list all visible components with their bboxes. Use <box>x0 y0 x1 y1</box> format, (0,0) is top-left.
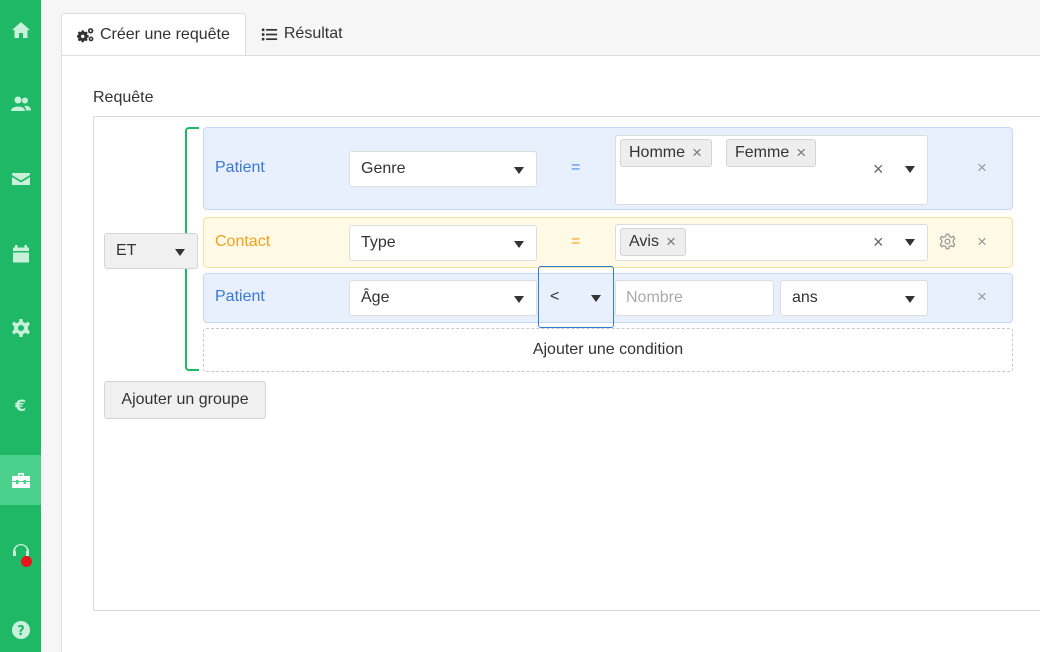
sidebar: € ? <box>0 0 41 652</box>
sidebar-item-tools[interactable] <box>0 455 41 505</box>
tab-bar: Créer une requête Résultat <box>61 13 358 56</box>
value-tag: Homme × <box>620 139 712 167</box>
caret-down-icon[interactable] <box>905 166 915 173</box>
caret-down-icon <box>514 241 524 248</box>
add-condition-button[interactable]: Ajouter une condition <box>203 328 1013 372</box>
value-tag-label: Avis <box>629 233 659 250</box>
rule-field-select[interactable]: Âge <box>349 280 537 316</box>
euro-icon: € <box>14 396 26 415</box>
remove-tag-icon[interactable]: × <box>796 143 806 163</box>
query-section-label: Requête <box>93 89 154 106</box>
list-icon <box>261 28 278 40</box>
clear-values-icon[interactable]: × <box>873 159 884 180</box>
sidebar-item-calendar[interactable] <box>0 229 41 279</box>
caret-down-icon <box>514 167 524 174</box>
value-tag-label: Homme <box>629 144 686 161</box>
rule-entity-label: Contact <box>215 233 271 250</box>
caret-down-icon <box>591 295 601 302</box>
tab-create-query[interactable]: Créer une requête <box>61 13 246 56</box>
tab-result[interactable]: Résultat <box>246 13 358 55</box>
rule-operator: = <box>571 159 581 176</box>
rule-field-value: Genre <box>361 160 406 177</box>
rule-row: Patient Âge < Nombre ans × <box>203 266 1013 328</box>
tab-content: Requête ET Patient Genre = Homme × Femme… <box>61 55 1040 652</box>
gear-icon <box>11 319 30 337</box>
gear-icon[interactable] <box>939 233 956 250</box>
sidebar-item-users[interactable] <box>0 79 41 129</box>
calendar-icon <box>12 245 29 263</box>
value-tag: Femme × <box>726 139 817 167</box>
value-tag-label: Femme <box>735 144 790 161</box>
sidebar-item-billing[interactable]: € <box>0 380 41 430</box>
rule-field-select[interactable]: Genre <box>349 151 537 187</box>
toolbox-icon <box>11 473 30 488</box>
add-group-button[interactable]: Ajouter un groupe <box>104 381 266 419</box>
svg-text:?: ? <box>17 624 25 639</box>
rule-entity-label: Patient <box>215 159 265 176</box>
age-unit-value: ans <box>792 289 818 306</box>
cogs-icon <box>77 27 94 42</box>
delete-rule-icon[interactable]: × <box>977 158 987 178</box>
sidebar-item-settings[interactable] <box>0 303 41 353</box>
home-icon <box>11 22 30 38</box>
group-operator-select[interactable]: ET <box>104 233 198 269</box>
tab-result-label: Résultat <box>283 25 343 42</box>
rule-value-multiselect[interactable]: Homme × Femme × × <box>615 135 928 205</box>
rule-operator: = <box>571 233 581 250</box>
envelope-icon <box>11 173 30 185</box>
sidebar-item-mail[interactable] <box>0 154 41 204</box>
delete-rule-icon[interactable]: × <box>977 232 987 252</box>
delete-rule-icon[interactable]: × <box>977 287 987 307</box>
rule-value-multiselect[interactable]: Avis × × <box>615 224 928 261</box>
tab-create-query-label: Créer une requête <box>100 26 230 43</box>
users-icon <box>10 96 31 111</box>
sidebar-item-help[interactable]: ? <box>0 605 41 652</box>
rule-entity-label: Patient <box>215 288 265 305</box>
question-icon: ? <box>11 621 30 639</box>
value-tag: Avis × <box>620 228 686 256</box>
rule-field-select[interactable]: Type <box>349 225 537 261</box>
group-operator-value: ET <box>116 242 137 259</box>
rule-row: Patient Genre = Homme × Femme × × × <box>203 127 1013 210</box>
svg-text:€: € <box>14 396 26 415</box>
rule-operator-value: < <box>550 288 560 305</box>
clear-values-icon[interactable]: × <box>873 232 884 253</box>
query-builder: ET Patient Genre = Homme × Femme × × × C… <box>93 116 1040 611</box>
remove-tag-icon[interactable]: × <box>666 232 676 252</box>
main-area: Créer une requête Résultat Requête ET Pa… <box>41 0 1040 652</box>
caret-down-icon <box>905 296 915 303</box>
caret-down-icon <box>175 249 185 256</box>
caret-down-icon <box>514 296 524 303</box>
sidebar-item-home[interactable] <box>0 5 41 55</box>
age-number-placeholder: Nombre <box>626 289 683 306</box>
caret-down-icon[interactable] <box>905 239 915 246</box>
rule-row: Contact Type = Avis × × × <box>203 217 1013 268</box>
notification-badge <box>21 556 32 567</box>
rule-field-value: Âge <box>361 289 390 306</box>
sidebar-item-support[interactable] <box>0 527 41 577</box>
remove-tag-icon[interactable]: × <box>692 143 702 163</box>
age-number-input[interactable]: Nombre <box>615 280 774 316</box>
rule-field-value: Type <box>361 234 396 251</box>
rule-operator-select[interactable]: < <box>538 266 614 328</box>
age-unit-select[interactable]: ans <box>780 280 928 316</box>
